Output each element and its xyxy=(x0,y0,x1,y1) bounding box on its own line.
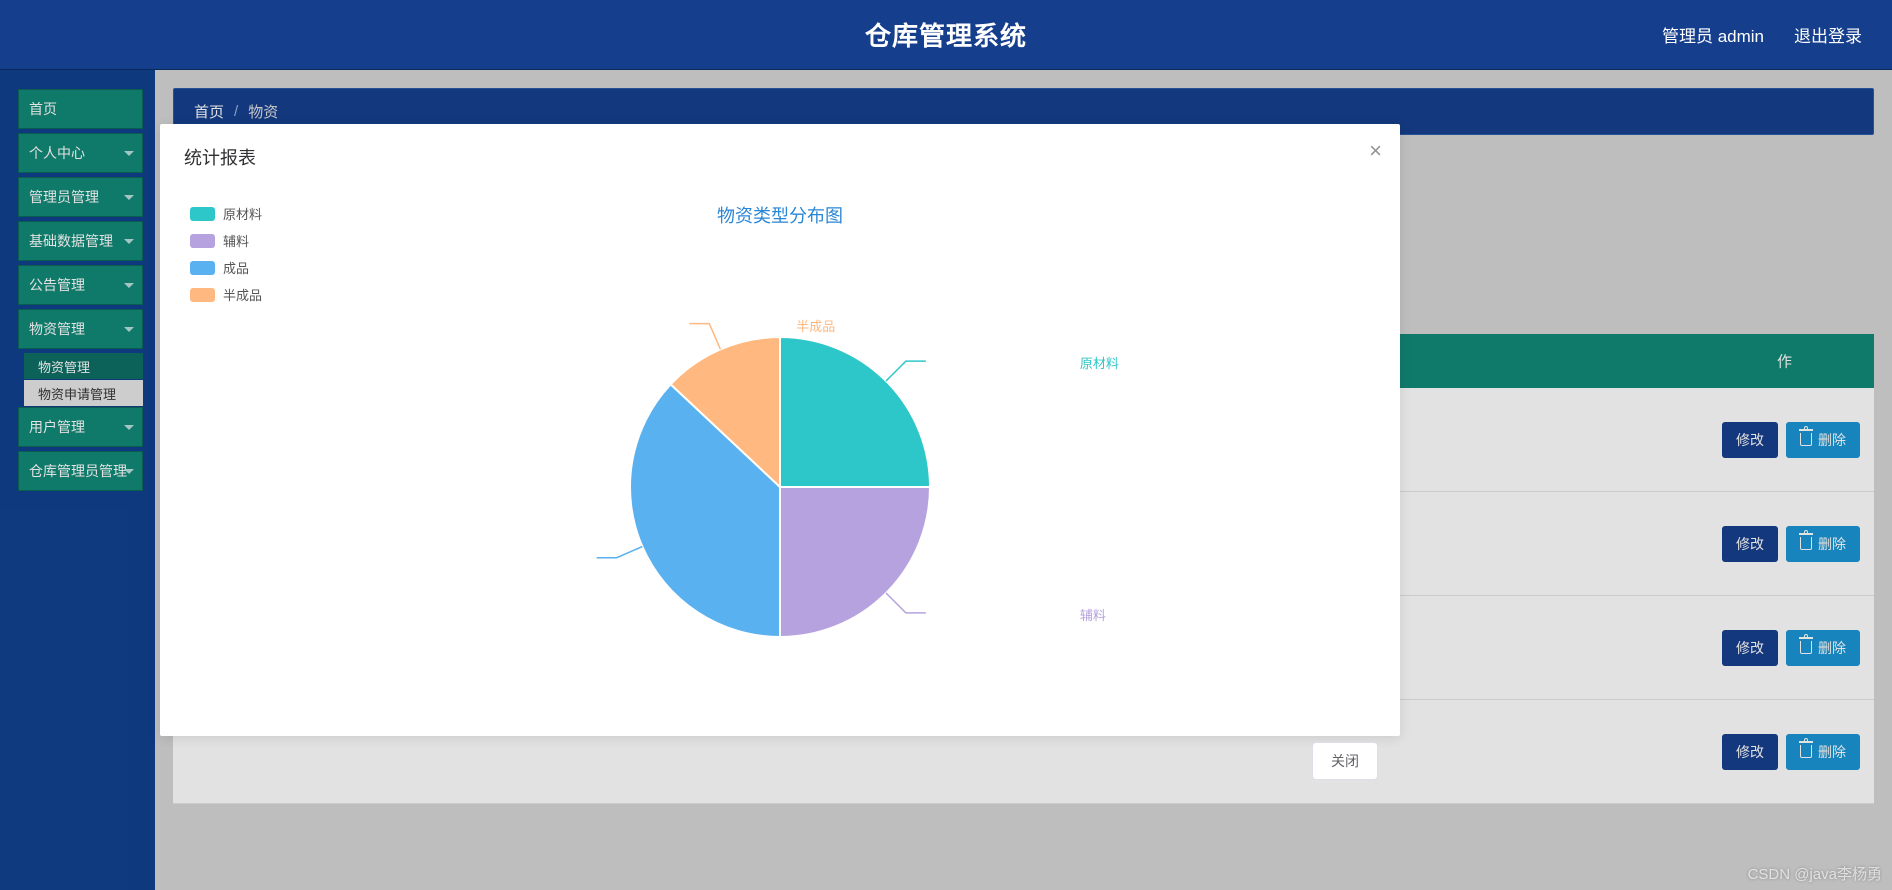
user-label[interactable]: 管理员 admin xyxy=(1662,22,1764,47)
legend-label: 成品 xyxy=(223,258,249,277)
app-title: 仓库管理系统 xyxy=(865,16,1027,53)
header-right: 管理员 admin 退出登录 xyxy=(1662,22,1862,47)
chart-title: 物资类型分布图 xyxy=(717,202,843,228)
legend-swatch xyxy=(190,288,215,302)
logout-link[interactable]: 退出登录 xyxy=(1794,22,1862,47)
legend-item[interactable]: 成品 xyxy=(190,258,262,277)
legend-item[interactable]: 原材料 xyxy=(190,204,262,223)
legend-swatch xyxy=(190,234,215,248)
legend-item[interactable]: 辅料 xyxy=(190,231,262,250)
close-icon[interactable]: × xyxy=(1369,140,1382,162)
pie-slice[interactable] xyxy=(780,337,930,487)
chart-area: 物资类型分布图 原材料 辅料 成品 半成品 原材料辅料成品半成品 xyxy=(184,182,1376,714)
legend-swatch xyxy=(190,261,215,275)
app-header: 仓库管理系统 管理员 admin 退出登录 xyxy=(0,0,1892,70)
watermark: CSDN @java李杨勇 xyxy=(1748,863,1882,884)
legend-label: 半成品 xyxy=(223,285,262,304)
legend-swatch xyxy=(190,207,215,221)
legend-label: 原材料 xyxy=(223,204,262,223)
legend-item[interactable]: 半成品 xyxy=(190,285,262,304)
pie-chart xyxy=(630,337,930,637)
legend-label: 辅料 xyxy=(223,231,249,250)
stats-modal: 统计报表 × 物资类型分布图 原材料 辅料 成品 半成品 原 xyxy=(160,124,1400,736)
pie-slice-label: 成品 xyxy=(717,550,743,569)
chart-legend: 原材料 辅料 成品 半成品 xyxy=(190,204,262,304)
pie-slice-label: 半成品 xyxy=(796,316,835,335)
pie-slice-label: 辅料 xyxy=(1080,605,1106,624)
pie-slice-label: 原材料 xyxy=(1080,353,1119,372)
modal-close-button[interactable]: 关闭 xyxy=(1312,742,1378,780)
pie-slice[interactable] xyxy=(780,487,930,637)
modal-title: 统计报表 xyxy=(184,144,1376,182)
pie-svg xyxy=(630,337,930,637)
